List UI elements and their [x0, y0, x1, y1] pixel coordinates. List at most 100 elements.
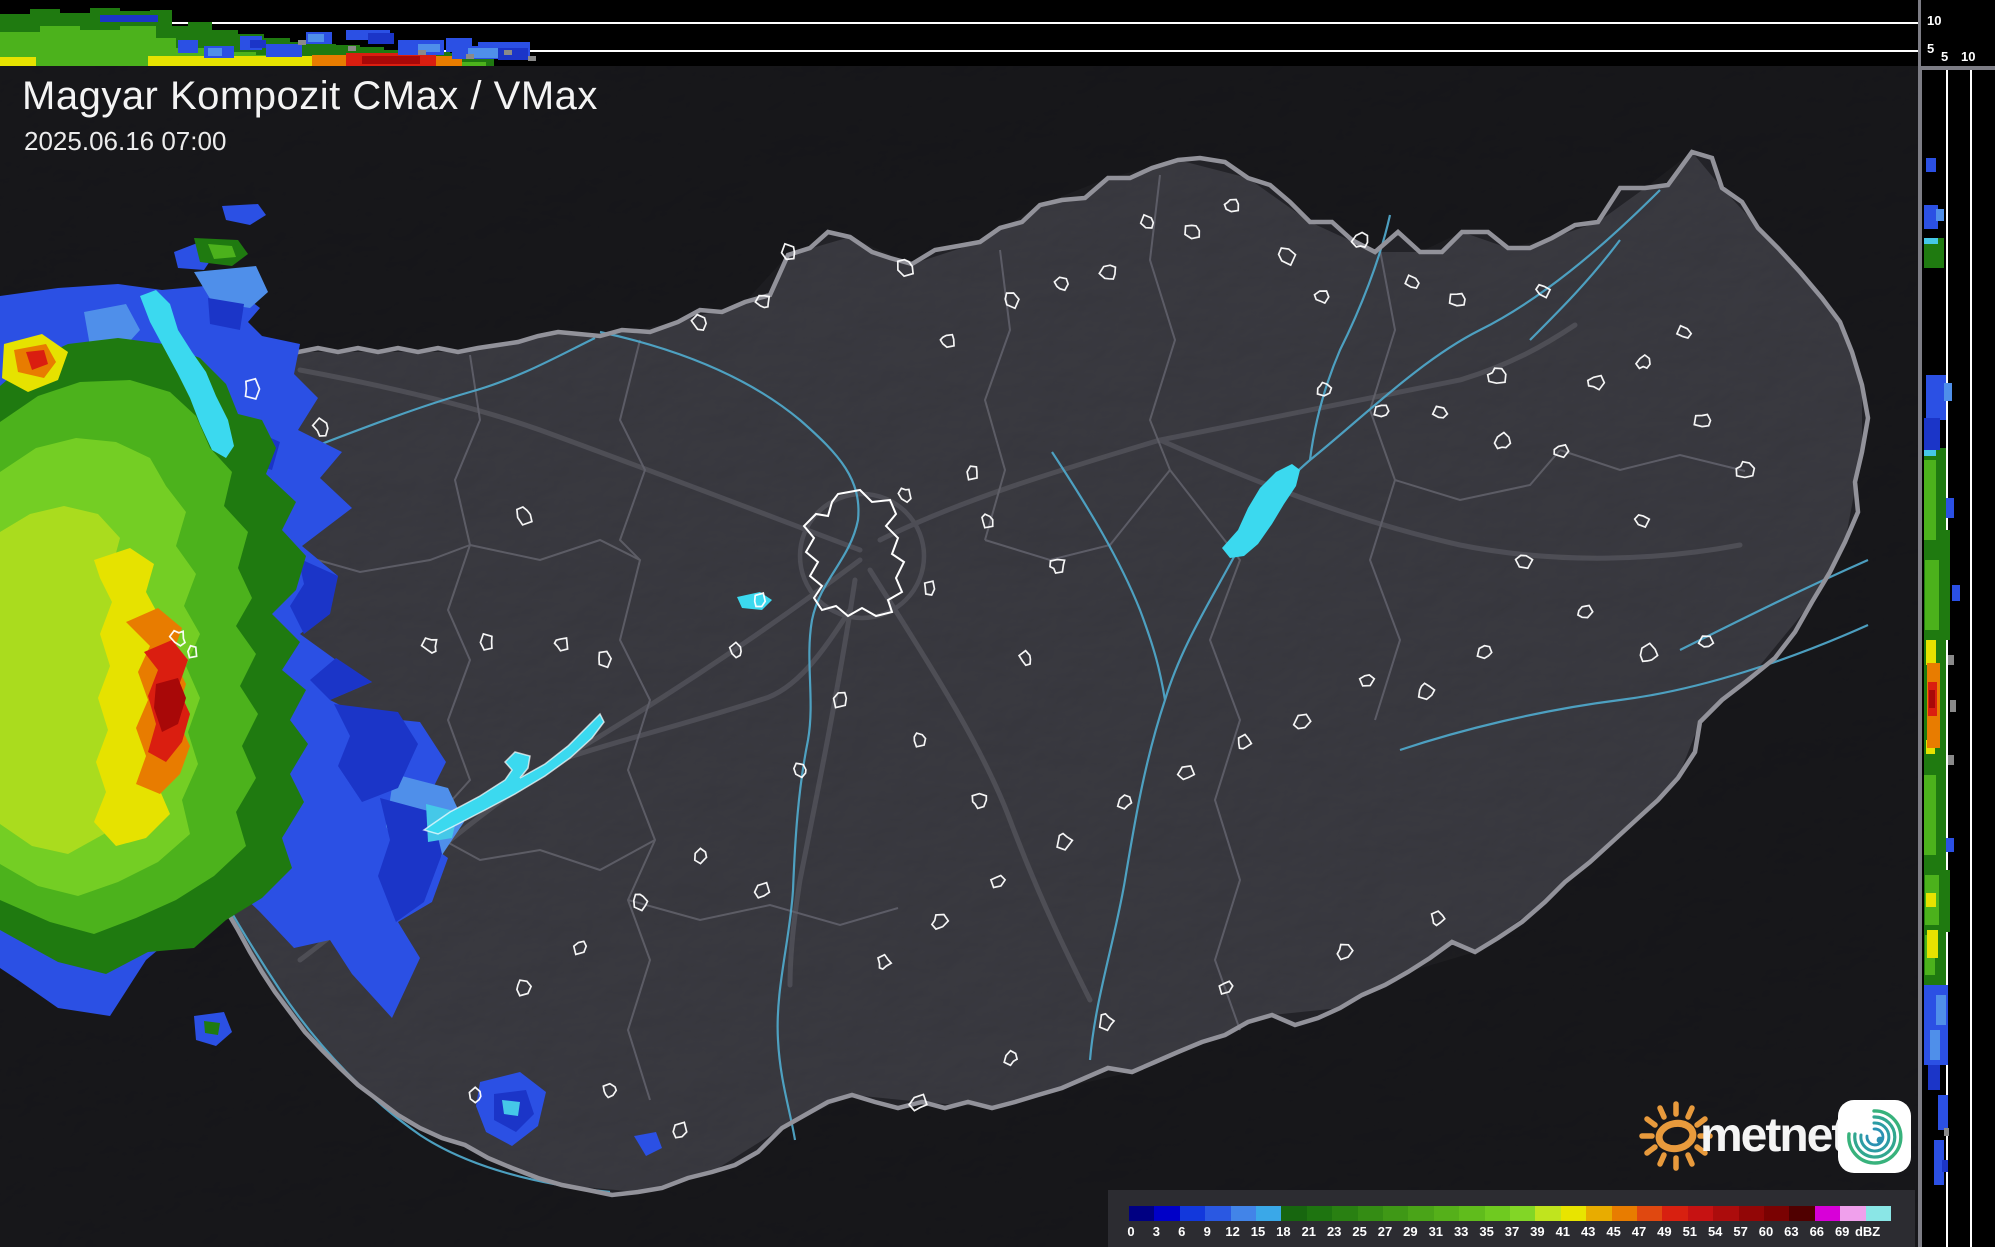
legend-value-label: 35 — [1479, 1224, 1493, 1239]
profile-echo — [178, 40, 198, 53]
legend-value-label: 57 — [1733, 1224, 1747, 1239]
profile-echo — [1928, 1065, 1940, 1090]
profile-echo — [1926, 375, 1946, 420]
legend-color-cell — [1459, 1206, 1484, 1221]
legend-color-cell — [1256, 1206, 1281, 1221]
legend-color-cell — [1281, 1206, 1306, 1221]
profile-echo — [0, 57, 36, 66]
page-title: Magyar Kompozit CMax / VMax — [22, 74, 598, 119]
legend-value-label: 31 — [1429, 1224, 1443, 1239]
legend-color-cell — [1205, 1206, 1230, 1221]
profile-echo — [368, 33, 394, 44]
legend-color-cell — [1739, 1206, 1764, 1221]
profile-echo — [1952, 585, 1960, 601]
profile-echo — [308, 34, 324, 42]
profile-echo — [1936, 209, 1944, 221]
profile-echo — [1924, 418, 1940, 450]
top-axis-5-label: 5 — [1927, 41, 1934, 56]
legend-color-cell — [1358, 1206, 1383, 1221]
profile-echo — [1924, 775, 1936, 855]
profile-echo — [362, 56, 420, 64]
legend-color-cell — [1231, 1206, 1256, 1221]
profile-echo — [1924, 460, 1936, 540]
legend-value-label: 47 — [1632, 1224, 1646, 1239]
legend-color-cell — [1332, 1206, 1357, 1221]
right-profile-strip — [1922, 70, 1995, 1247]
profile-echo — [298, 40, 306, 45]
profile-echo — [1946, 498, 1954, 518]
legend-value-label: 49 — [1657, 1224, 1671, 1239]
legend-color-cell — [1408, 1206, 1433, 1221]
legend-value-label: 18 — [1276, 1224, 1290, 1239]
metnet-logo[interactable]: metnet — [1632, 1086, 1922, 1182]
profile-echo — [40, 26, 80, 66]
legend-value-label: 15 — [1251, 1224, 1265, 1239]
profile-echo — [1930, 1030, 1940, 1060]
radar-echo — [502, 1100, 520, 1116]
legend-color-cell — [1612, 1206, 1637, 1221]
legend-color-cell — [1434, 1206, 1459, 1221]
profile-echo — [266, 44, 302, 57]
legend-color-cell — [1154, 1206, 1179, 1221]
hungary-map — [0, 0, 1995, 1247]
legend-value-label: 21 — [1302, 1224, 1316, 1239]
strip-divider-vertical — [1918, 0, 1921, 70]
legend-value-label: 6 — [1178, 1224, 1185, 1239]
profile-echo — [250, 40, 266, 48]
legend-value-label: 0 — [1127, 1224, 1134, 1239]
legend-value-label: 41 — [1556, 1224, 1570, 1239]
legend-value-label: 25 — [1352, 1224, 1366, 1239]
legend-color-cell — [1866, 1206, 1891, 1221]
radar-echo — [204, 1021, 220, 1035]
legend-value-label: 54 — [1708, 1224, 1722, 1239]
profile-echo — [1924, 205, 1938, 229]
timestamp: 2025.06.16 07:00 — [24, 126, 226, 157]
profile-echo — [1927, 930, 1938, 958]
profile-echo — [348, 46, 356, 51]
profile-echo — [1926, 158, 1936, 172]
legend-value-label: 69 — [1835, 1224, 1849, 1239]
legend-color-cell — [1129, 1206, 1154, 1221]
legend-value-label: 33 — [1454, 1224, 1468, 1239]
profile-echo — [1948, 655, 1954, 665]
profile-echo — [1938, 1095, 1948, 1130]
profile-echo — [1926, 893, 1936, 907]
legend-value-label: 43 — [1581, 1224, 1595, 1239]
profile-echo — [1936, 995, 1946, 1025]
legend-value-label: 23 — [1327, 1224, 1341, 1239]
profile-echo — [1924, 238, 1938, 244]
profile-echo — [1950, 700, 1956, 712]
profile-echo — [1929, 690, 1935, 708]
profile-echo — [1948, 755, 1954, 765]
legend-color-cell — [1180, 1206, 1205, 1221]
legend-value-label: 12 — [1225, 1224, 1239, 1239]
legend-value-label: dBZ — [1855, 1224, 1880, 1239]
legend-value-label: 29 — [1403, 1224, 1417, 1239]
logo-wordmark: metnet — [1700, 1108, 1845, 1163]
legend-color-cell — [1586, 1206, 1611, 1221]
legend-value-label: 51 — [1683, 1224, 1697, 1239]
profile-echo — [312, 55, 346, 66]
legend-color-cell — [1840, 1206, 1865, 1221]
profile-echo — [504, 50, 512, 55]
legend-value-label: 45 — [1606, 1224, 1620, 1239]
profile-echo — [80, 30, 120, 66]
legend-color-cell — [1535, 1206, 1560, 1221]
profile-echo — [528, 56, 536, 61]
legend-color-cell — [1815, 1206, 1840, 1221]
profile-echo — [1942, 1160, 1948, 1172]
legend-value-label: 9 — [1204, 1224, 1211, 1239]
metnet-app-icon — [1838, 1100, 1911, 1173]
legend-color-cell — [1485, 1206, 1510, 1221]
profile-axis-corner: 10 5 5 10 — [1918, 0, 1995, 66]
profile-echo — [1944, 383, 1952, 401]
legend-value-label: 3 — [1153, 1224, 1160, 1239]
legend-color-cell — [1688, 1206, 1713, 1221]
legend-value-label: 66 — [1810, 1224, 1824, 1239]
legend-value-label: 37 — [1505, 1224, 1519, 1239]
legend-value-label: 60 — [1759, 1224, 1773, 1239]
side-axis-10-label: 10 — [1961, 49, 1975, 64]
profile-echo — [1944, 1128, 1949, 1136]
top-profile-strip — [0, 0, 1918, 66]
legend-color-cell — [1662, 1206, 1687, 1221]
